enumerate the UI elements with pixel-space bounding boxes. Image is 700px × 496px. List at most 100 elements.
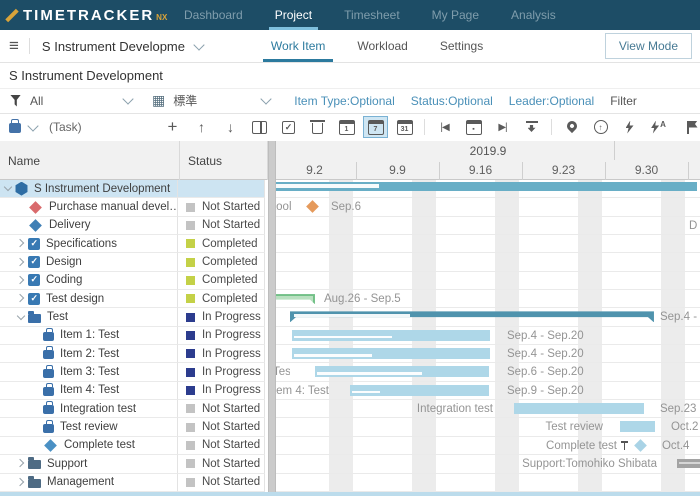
- tree-row-name[interactable]: Complete test: [0, 437, 178, 455]
- column-splitter[interactable]: [268, 141, 276, 492]
- status-color-swatch: [186, 459, 195, 468]
- chevron-down-icon[interactable]: [27, 120, 38, 131]
- nav-analysis[interactable]: Analysis: [495, 0, 572, 30]
- summary-bar[interactable]: [290, 311, 654, 322]
- expand-icon[interactable]: [15, 457, 28, 470]
- view-dropdown[interactable]: 標準: [173, 92, 278, 109]
- tab-work-item[interactable]: Work Item: [255, 30, 341, 62]
- project-summary-bar[interactable]: [273, 182, 697, 191]
- status-cell: Completed: [178, 290, 265, 308]
- milestone-diamond-icon[interactable]: [634, 439, 647, 452]
- collapse-icon[interactable]: [15, 311, 28, 324]
- complete-icon[interactable]: ✓: [276, 116, 301, 138]
- brand-logo[interactable]: TIMETRACKER NX: [10, 7, 150, 24]
- expander-placeholder: [30, 421, 43, 434]
- task-bar[interactable]: [620, 421, 655, 432]
- tree-row-name[interactable]: Purchase manual devel…: [0, 198, 178, 216]
- expand-icon[interactable]: [15, 476, 28, 489]
- nav-timesheet[interactable]: Timesheet: [328, 0, 416, 30]
- tree-row-name[interactable]: Integration test: [0, 400, 178, 418]
- tree-row-name[interactable]: Item 3: Test: [0, 363, 178, 381]
- expander-placeholder: [30, 329, 43, 342]
- week-view-icon[interactable]: 7: [363, 116, 388, 138]
- tree-row-name[interactable]: Coding: [0, 272, 178, 290]
- task-bar[interactable]: [350, 385, 489, 396]
- task-bar[interactable]: [292, 348, 490, 359]
- location-pin-icon[interactable]: [559, 116, 584, 138]
- work-item-name: Test: [47, 311, 68, 323]
- completed-summary-bar[interactable]: [273, 294, 315, 304]
- flash-icon[interactable]: [617, 116, 642, 138]
- filter-status[interactable]: Status:Optional: [411, 94, 493, 108]
- expander-placeholder: [30, 366, 43, 379]
- today-icon[interactable]: ▪: [461, 116, 486, 138]
- add-icon[interactable]: +: [160, 116, 185, 138]
- tree-row-name[interactable]: Item 4: Test: [0, 382, 178, 400]
- scope-dropdown[interactable]: All: [30, 94, 140, 108]
- scroll-to-bar-icon[interactable]: [519, 116, 544, 138]
- work-item-row: S Instrument Development: [0, 180, 700, 198]
- tab-workload[interactable]: Workload: [341, 30, 423, 62]
- tree-row-name[interactable]: Test: [0, 308, 178, 326]
- gantt-date-label: Sep.4 - Sep.20: [507, 345, 584, 363]
- work-item-row: DeliveryNot StartedD: [0, 217, 700, 235]
- tree-row-name[interactable]: Delivery: [0, 217, 178, 235]
- tree-row-name[interactable]: Design: [0, 253, 178, 271]
- tree-row-name[interactable]: Test design: [0, 290, 178, 308]
- work-item-row: Item 2: TestIn ProgressSep.4 - Sep.20: [0, 345, 700, 363]
- move-down-icon[interactable]: ↓: [218, 116, 243, 138]
- task-bar[interactable]: [292, 330, 490, 341]
- expander-placeholder: [30, 402, 43, 415]
- horizontal-scrollbar[interactable]: [0, 492, 700, 496]
- move-up-icon[interactable]: ↑: [189, 116, 214, 138]
- expand-icon[interactable]: [15, 292, 28, 305]
- task-bar[interactable]: [514, 403, 644, 414]
- month-view-icon[interactable]: 31: [392, 116, 417, 138]
- gantt-date-label: Sep.6 - Sep.20: [507, 363, 584, 381]
- jump-to-start-icon[interactable]: |◀: [432, 116, 457, 138]
- nav-project[interactable]: Project: [259, 0, 328, 30]
- flag-icon[interactable]: [675, 116, 700, 138]
- hamburger-menu-icon[interactable]: ≡: [9, 36, 19, 56]
- tree-row-name[interactable]: Support: [0, 455, 178, 473]
- work-item-row: TestIn ProgressSep.4 -: [0, 308, 700, 326]
- expand-icon[interactable]: [15, 274, 28, 287]
- status-cell: Not Started: [178, 217, 265, 235]
- delete-icon[interactable]: [305, 116, 330, 138]
- status-label: Not Started: [202, 403, 260, 415]
- flash-auto-icon[interactable]: A: [646, 116, 671, 138]
- filter-item-type[interactable]: Item Type:Optional: [294, 94, 395, 108]
- gantt-date-label: Sep.6: [331, 198, 361, 216]
- tree-row-name[interactable]: Item 2: Test: [0, 345, 178, 363]
- filter-leader[interactable]: Leader:Optional: [509, 94, 594, 108]
- milestone-diamond-icon[interactable]: [306, 200, 319, 213]
- collapse-icon[interactable]: [2, 182, 15, 195]
- expand-icon[interactable]: [15, 256, 28, 269]
- jump-to-end-icon[interactable]: ▶|: [490, 116, 515, 138]
- tree-row-name[interactable]: S Instrument Development: [0, 180, 178, 198]
- status-color-swatch: [186, 239, 195, 248]
- tree-row-name[interactable]: Specifications: [0, 235, 178, 253]
- view-mode-button[interactable]: View Mode: [605, 33, 692, 59]
- status-label: Not Started: [202, 219, 260, 231]
- tree-row-name[interactable]: Item 1: Test: [0, 327, 178, 345]
- tree-row-name[interactable]: Management: [0, 474, 178, 492]
- focus-circle-icon[interactable]: ↑: [588, 116, 613, 138]
- task-bar[interactable]: [315, 366, 489, 377]
- project-selector[interactable]: S Instrument Developme: [42, 39, 237, 54]
- detail-panel-icon[interactable]: [247, 116, 272, 138]
- tab-settings[interactable]: Settings: [424, 30, 499, 62]
- expand-icon[interactable]: [15, 237, 28, 250]
- filter-label[interactable]: Filter: [610, 94, 637, 108]
- work-item-row: CodingCompleted: [0, 272, 700, 290]
- nav-dashboard[interactable]: Dashboard: [168, 0, 259, 30]
- day-view-icon[interactable]: 1: [334, 116, 359, 138]
- summary-bar[interactable]: [677, 459, 700, 468]
- status-color-swatch: [186, 294, 195, 303]
- chevron-down-icon: [193, 39, 204, 50]
- nav-my-page[interactable]: My Page: [416, 0, 495, 30]
- tree-row-name[interactable]: Test review: [0, 418, 178, 436]
- work-item-row: Item 1: TestIn ProgressSep.4 - Sep.20: [0, 327, 700, 345]
- timeline-tick: [614, 141, 615, 160]
- work-item-name: S Instrument Development: [34, 183, 170, 195]
